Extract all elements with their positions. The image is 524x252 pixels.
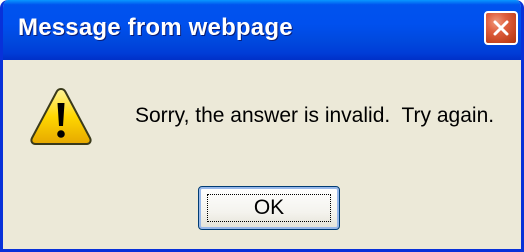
- warning-icon: [30, 87, 92, 145]
- ok-button[interactable]: OK: [198, 186, 340, 230]
- dialog-title: Message from webpage: [18, 14, 293, 41]
- close-button[interactable]: [484, 11, 518, 45]
- title-bar[interactable]: Message from webpage: [3, 0, 521, 60]
- close-icon: [493, 20, 509, 36]
- message-text: Sorry, the answer is invalid. Try again.: [135, 104, 495, 127]
- ok-button-label: OK: [253, 196, 285, 219]
- message-dialog: Message from webpage Sorry, the answer i…: [0, 0, 524, 252]
